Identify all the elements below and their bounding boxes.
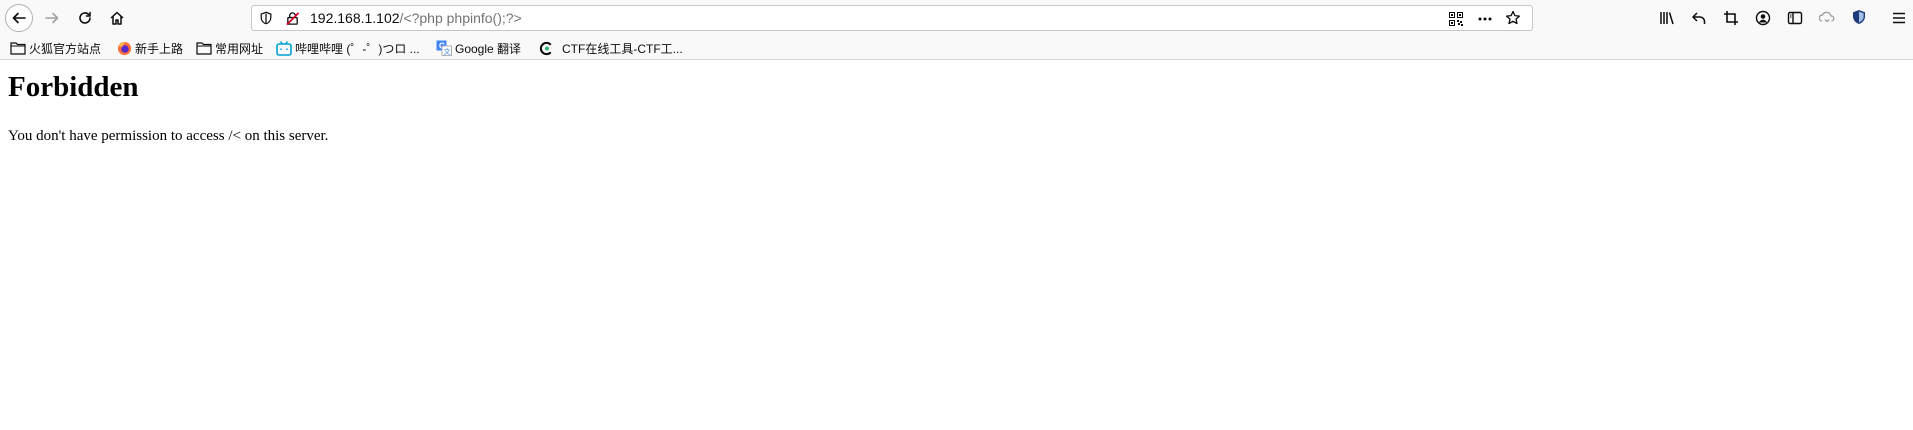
url-path: /<?php phpinfo();?> — [399, 10, 522, 26]
bookmark-label: 常用网址 — [215, 41, 264, 56]
bookmark-item[interactable]: 哔哩哔哩 (゜-゜)つロ ... — [276, 36, 420, 60]
firefox-icon — [116, 40, 132, 56]
bookmark-item[interactable]: 新手上路 — [116, 36, 183, 60]
forward-button[interactable] — [38, 4, 66, 32]
url-text[interactable]: 192.168.1.102/<?php phpinfo();?> — [310, 6, 522, 30]
qr-code-icon[interactable] — [1448, 11, 1464, 27]
bookmarks-toolbar: 火狐官方站点 新手上路 常用网址 哔哩哔哩 (゜-゜)つロ ... G文 Goo… — [0, 36, 1913, 60]
google-translate-icon: G文 — [436, 40, 452, 56]
bookmark-item[interactable]: 常用网址 — [196, 36, 263, 60]
bookmark-label: Google 翻译 — [455, 41, 522, 56]
bookmark-item[interactable]: CTF在线工具-CTF工... — [538, 36, 683, 60]
ctf-tools-icon — [538, 40, 554, 56]
undo-icon[interactable] — [1691, 10, 1707, 26]
forward-icon — [45, 12, 59, 24]
url-host: 192.168.1.102 — [310, 10, 400, 26]
bilibili-icon — [276, 40, 292, 56]
sidebar-icon[interactable] — [1787, 10, 1803, 26]
svg-text:文: 文 — [444, 47, 451, 56]
reload-button[interactable] — [71, 4, 99, 32]
bookmark-item[interactable]: 火狐官方站点 — [10, 36, 101, 60]
bookmark-label: 新手上路 — [135, 41, 184, 56]
folder-icon — [10, 40, 26, 56]
home-button[interactable] — [103, 4, 131, 32]
screenshot-icon[interactable] — [1723, 10, 1739, 26]
bookmark-item[interactable]: G文 Google 翻译 — [436, 36, 521, 60]
home-icon — [110, 11, 124, 25]
back-button[interactable] — [5, 4, 33, 32]
bookmark-star-icon[interactable] — [1505, 10, 1521, 26]
folder-icon — [196, 40, 212, 56]
back-icon — [12, 12, 26, 24]
library-icon[interactable] — [1659, 10, 1675, 26]
shield-extension-icon[interactable] — [1851, 9, 1867, 25]
bookmark-label: CTF在线工具-CTF工... — [562, 41, 683, 56]
bookmark-label: 哔哩哔哩 (゜-゜)つロ ... — [295, 41, 420, 56]
tracking-protection-icon[interactable] — [258, 10, 274, 26]
reload-icon — [79, 11, 91, 24]
insecure-lock-icon[interactable] — [284, 10, 300, 26]
more-icon[interactable] — [1477, 11, 1493, 27]
page-title: Forbidden — [8, 71, 139, 103]
sync-icon[interactable] — [1819, 10, 1835, 26]
error-message: You don't have permission to access /< o… — [8, 128, 329, 144]
bookmark-label: 火狐官方站点 — [29, 41, 102, 56]
address-bar[interactable]: 192.168.1.102/<?php phpinfo();?> — [251, 5, 1533, 31]
menu-icon[interactable] — [1891, 10, 1907, 26]
browser-toolbar: 192.168.1.102/<?php phpinfo();?> — [0, 0, 1913, 36]
page-content: Forbidden You don't have permission to a… — [0, 60, 1913, 430]
account-icon[interactable] — [1755, 10, 1771, 26]
